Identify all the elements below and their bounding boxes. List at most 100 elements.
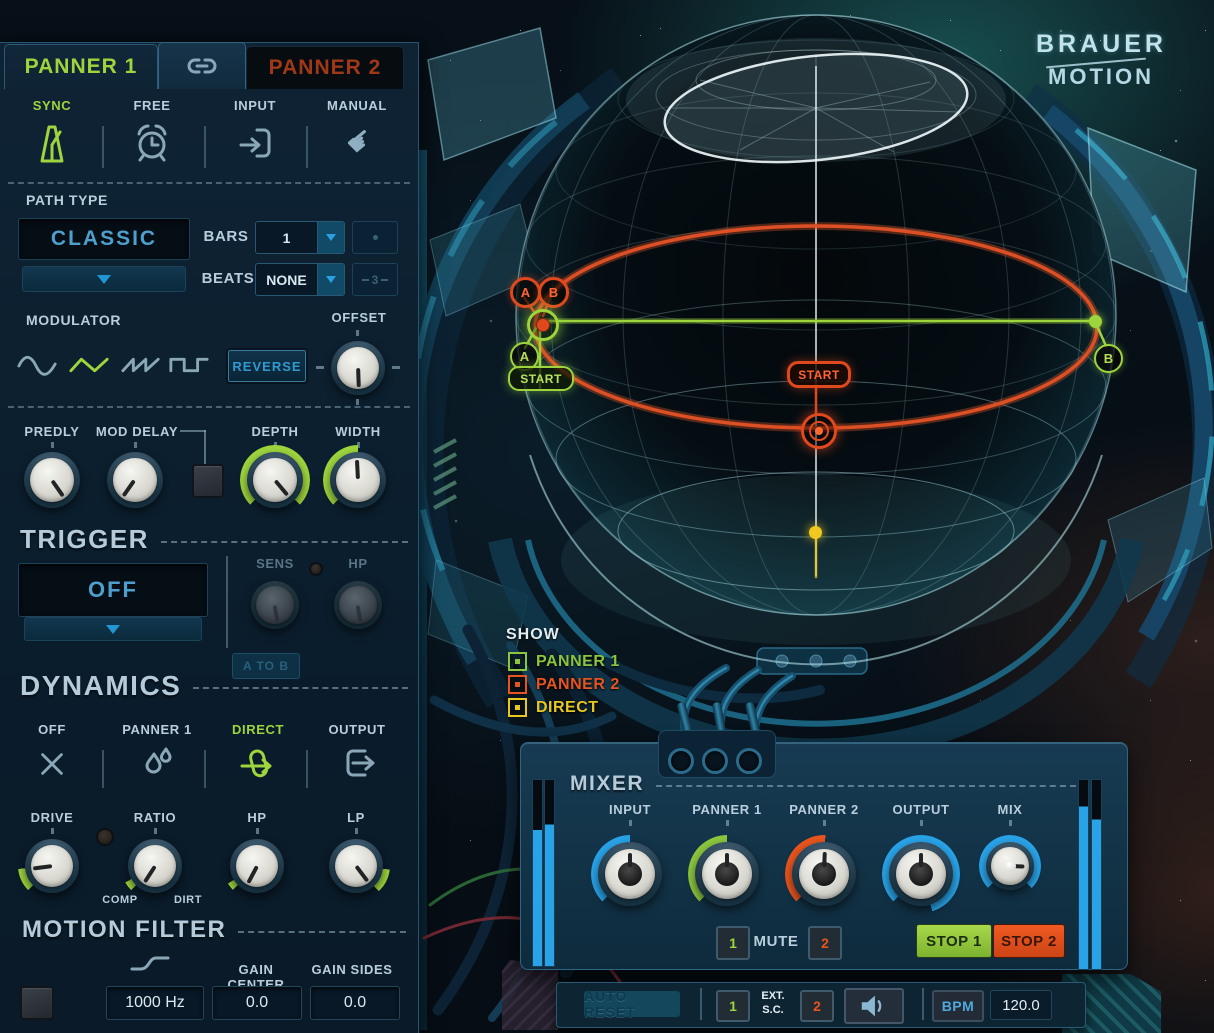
- dyn-direct-button[interactable]: [238, 744, 280, 784]
- depth-knob[interactable]: [240, 445, 310, 515]
- manual-mode-button[interactable]: ☛: [338, 116, 382, 166]
- bars-dot-button[interactable]: [352, 221, 398, 254]
- mixer-panner1-knob[interactable]: [688, 835, 766, 913]
- separator: [700, 988, 702, 1020]
- panner2-position-target[interactable]: [801, 413, 837, 449]
- sens-label: SENS: [256, 556, 294, 571]
- gain-sides-field[interactable]: 0.0: [310, 986, 400, 1020]
- filter-freq-field[interactable]: 1000 Hz: [106, 986, 204, 1020]
- predly-knob[interactable]: [24, 452, 80, 508]
- tick: [356, 399, 359, 405]
- start-badge-green[interactable]: START: [508, 366, 574, 391]
- tick: [51, 442, 54, 448]
- cable-jack: [702, 748, 728, 774]
- triangle-wave-button[interactable]: [68, 350, 110, 380]
- show-checkbox-panner1[interactable]: [508, 652, 527, 671]
- mute-2-button[interactable]: 2: [808, 926, 842, 960]
- panner1-end-node[interactable]: [1089, 315, 1102, 328]
- mute-1-button[interactable]: 1: [716, 926, 750, 960]
- separator: [8, 406, 410, 408]
- separator: [160, 540, 408, 543]
- alarm-clock-icon: [137, 124, 167, 162]
- dropdown-arrow-icon: [106, 624, 120, 634]
- saw-wave-button[interactable]: [120, 350, 162, 380]
- marker-a-green-label: A: [519, 349, 530, 364]
- mod-delay-knob[interactable]: [107, 452, 163, 508]
- tempo-field[interactable]: 120.0: [990, 990, 1052, 1020]
- dyn-lp-knob[interactable]: [322, 832, 390, 900]
- mixer-panner2-knob[interactable]: [785, 835, 863, 913]
- sine-wave-button[interactable]: [16, 350, 58, 380]
- ext-sc-2-label: 2: [813, 998, 821, 1014]
- separator: [922, 988, 924, 1020]
- dyn-hp-label: HP: [247, 810, 267, 825]
- input-mode-button[interactable]: [235, 120, 275, 166]
- monitor-button[interactable]: [844, 988, 904, 1024]
- width-knob[interactable]: [323, 445, 393, 515]
- bars-select[interactable]: 1: [255, 221, 345, 254]
- free-mode-button[interactable]: [132, 118, 172, 168]
- stop-1-button[interactable]: STOP 1: [916, 924, 992, 958]
- tab-panner1[interactable]: PANNER 1: [4, 44, 158, 89]
- minus-mark: [392, 366, 400, 369]
- gain-center-field[interactable]: 0.0: [212, 986, 302, 1020]
- mixer-output-knob[interactable]: [882, 835, 960, 913]
- triplet-button[interactable]: 3: [352, 263, 398, 296]
- show-label-panner2: PANNER 2: [536, 675, 620, 693]
- trigger-bracket: [226, 556, 228, 648]
- input-arrow-icon: [239, 128, 271, 158]
- dyn-output-button[interactable]: [337, 744, 379, 784]
- marker-b-green-label: B: [1103, 351, 1114, 366]
- reverse-button[interactable]: REVERSE: [226, 348, 308, 384]
- modulator-title: MODULATOR: [26, 312, 122, 328]
- direct-position-node[interactable]: [809, 526, 822, 539]
- trigger-hp-knob[interactable]: [334, 581, 382, 629]
- trigger-dropdown-button[interactable]: [24, 617, 202, 641]
- tick: [823, 820, 826, 826]
- marker-b-orange[interactable]: B: [538, 277, 569, 308]
- offset-knob[interactable]: [331, 341, 385, 395]
- auto-reset-button[interactable]: AUTO RESET: [584, 988, 680, 1020]
- separator: [102, 126, 104, 168]
- panner1-start-node[interactable]: [527, 309, 559, 341]
- sync-mode-button[interactable]: [30, 118, 74, 168]
- bpm-button[interactable]: BPM: [932, 990, 984, 1022]
- show-checkbox-panner2[interactable]: [508, 675, 527, 694]
- ratio-knob[interactable]: [121, 832, 189, 900]
- beats-select[interactable]: NONE: [255, 263, 345, 296]
- path-type-select[interactable]: CLASSIC: [18, 218, 190, 260]
- tab-panner2-label: PANNER 2: [268, 56, 382, 79]
- marker-a-orange[interactable]: A: [510, 277, 541, 308]
- dyn-off-button[interactable]: [36, 748, 68, 780]
- ext-sc-2-button[interactable]: 2: [800, 990, 834, 1022]
- ext-sc-1-label: 1: [729, 998, 737, 1014]
- ext-sc-1-button[interactable]: 1: [716, 990, 750, 1022]
- logo-motion: MOTION: [1048, 64, 1154, 89]
- motion-filter-toggle-button[interactable]: [20, 986, 54, 1020]
- tab-panner1-label: PANNER 1: [24, 55, 138, 78]
- tick: [356, 330, 359, 336]
- triangle-wave-icon: [69, 357, 109, 373]
- path-type-value: CLASSIC: [50, 227, 158, 250]
- gain-center-value: 0.0: [245, 994, 269, 1011]
- dyn-hp-knob[interactable]: [223, 832, 291, 900]
- mixer-header: MIXER: [570, 772, 1076, 796]
- input-label: INPUT: [234, 98, 276, 113]
- mod-delay-toggle-button[interactable]: [192, 464, 224, 498]
- show-checkbox-direct[interactable]: [508, 698, 527, 717]
- trigger-select[interactable]: OFF: [18, 563, 208, 617]
- level-meter: [532, 779, 543, 967]
- path-type-dropdown-button[interactable]: [22, 266, 186, 292]
- square-wave-icon: [169, 357, 209, 373]
- marker-b-green[interactable]: B: [1094, 344, 1123, 373]
- stop-2-button[interactable]: STOP 2: [993, 924, 1065, 958]
- tab-link[interactable]: [158, 42, 246, 89]
- sens-knob[interactable]: [251, 581, 299, 629]
- square-wave-button[interactable]: [168, 350, 210, 380]
- mixer-input-knob[interactable]: [591, 835, 669, 913]
- dyn-panner1-button[interactable]: [139, 744, 177, 784]
- drive-knob[interactable]: [18, 832, 86, 900]
- mixer-mix-knob[interactable]: [979, 835, 1041, 897]
- start-badge-orange[interactable]: START: [787, 361, 851, 388]
- tab-panner2[interactable]: PANNER 2: [246, 46, 404, 89]
